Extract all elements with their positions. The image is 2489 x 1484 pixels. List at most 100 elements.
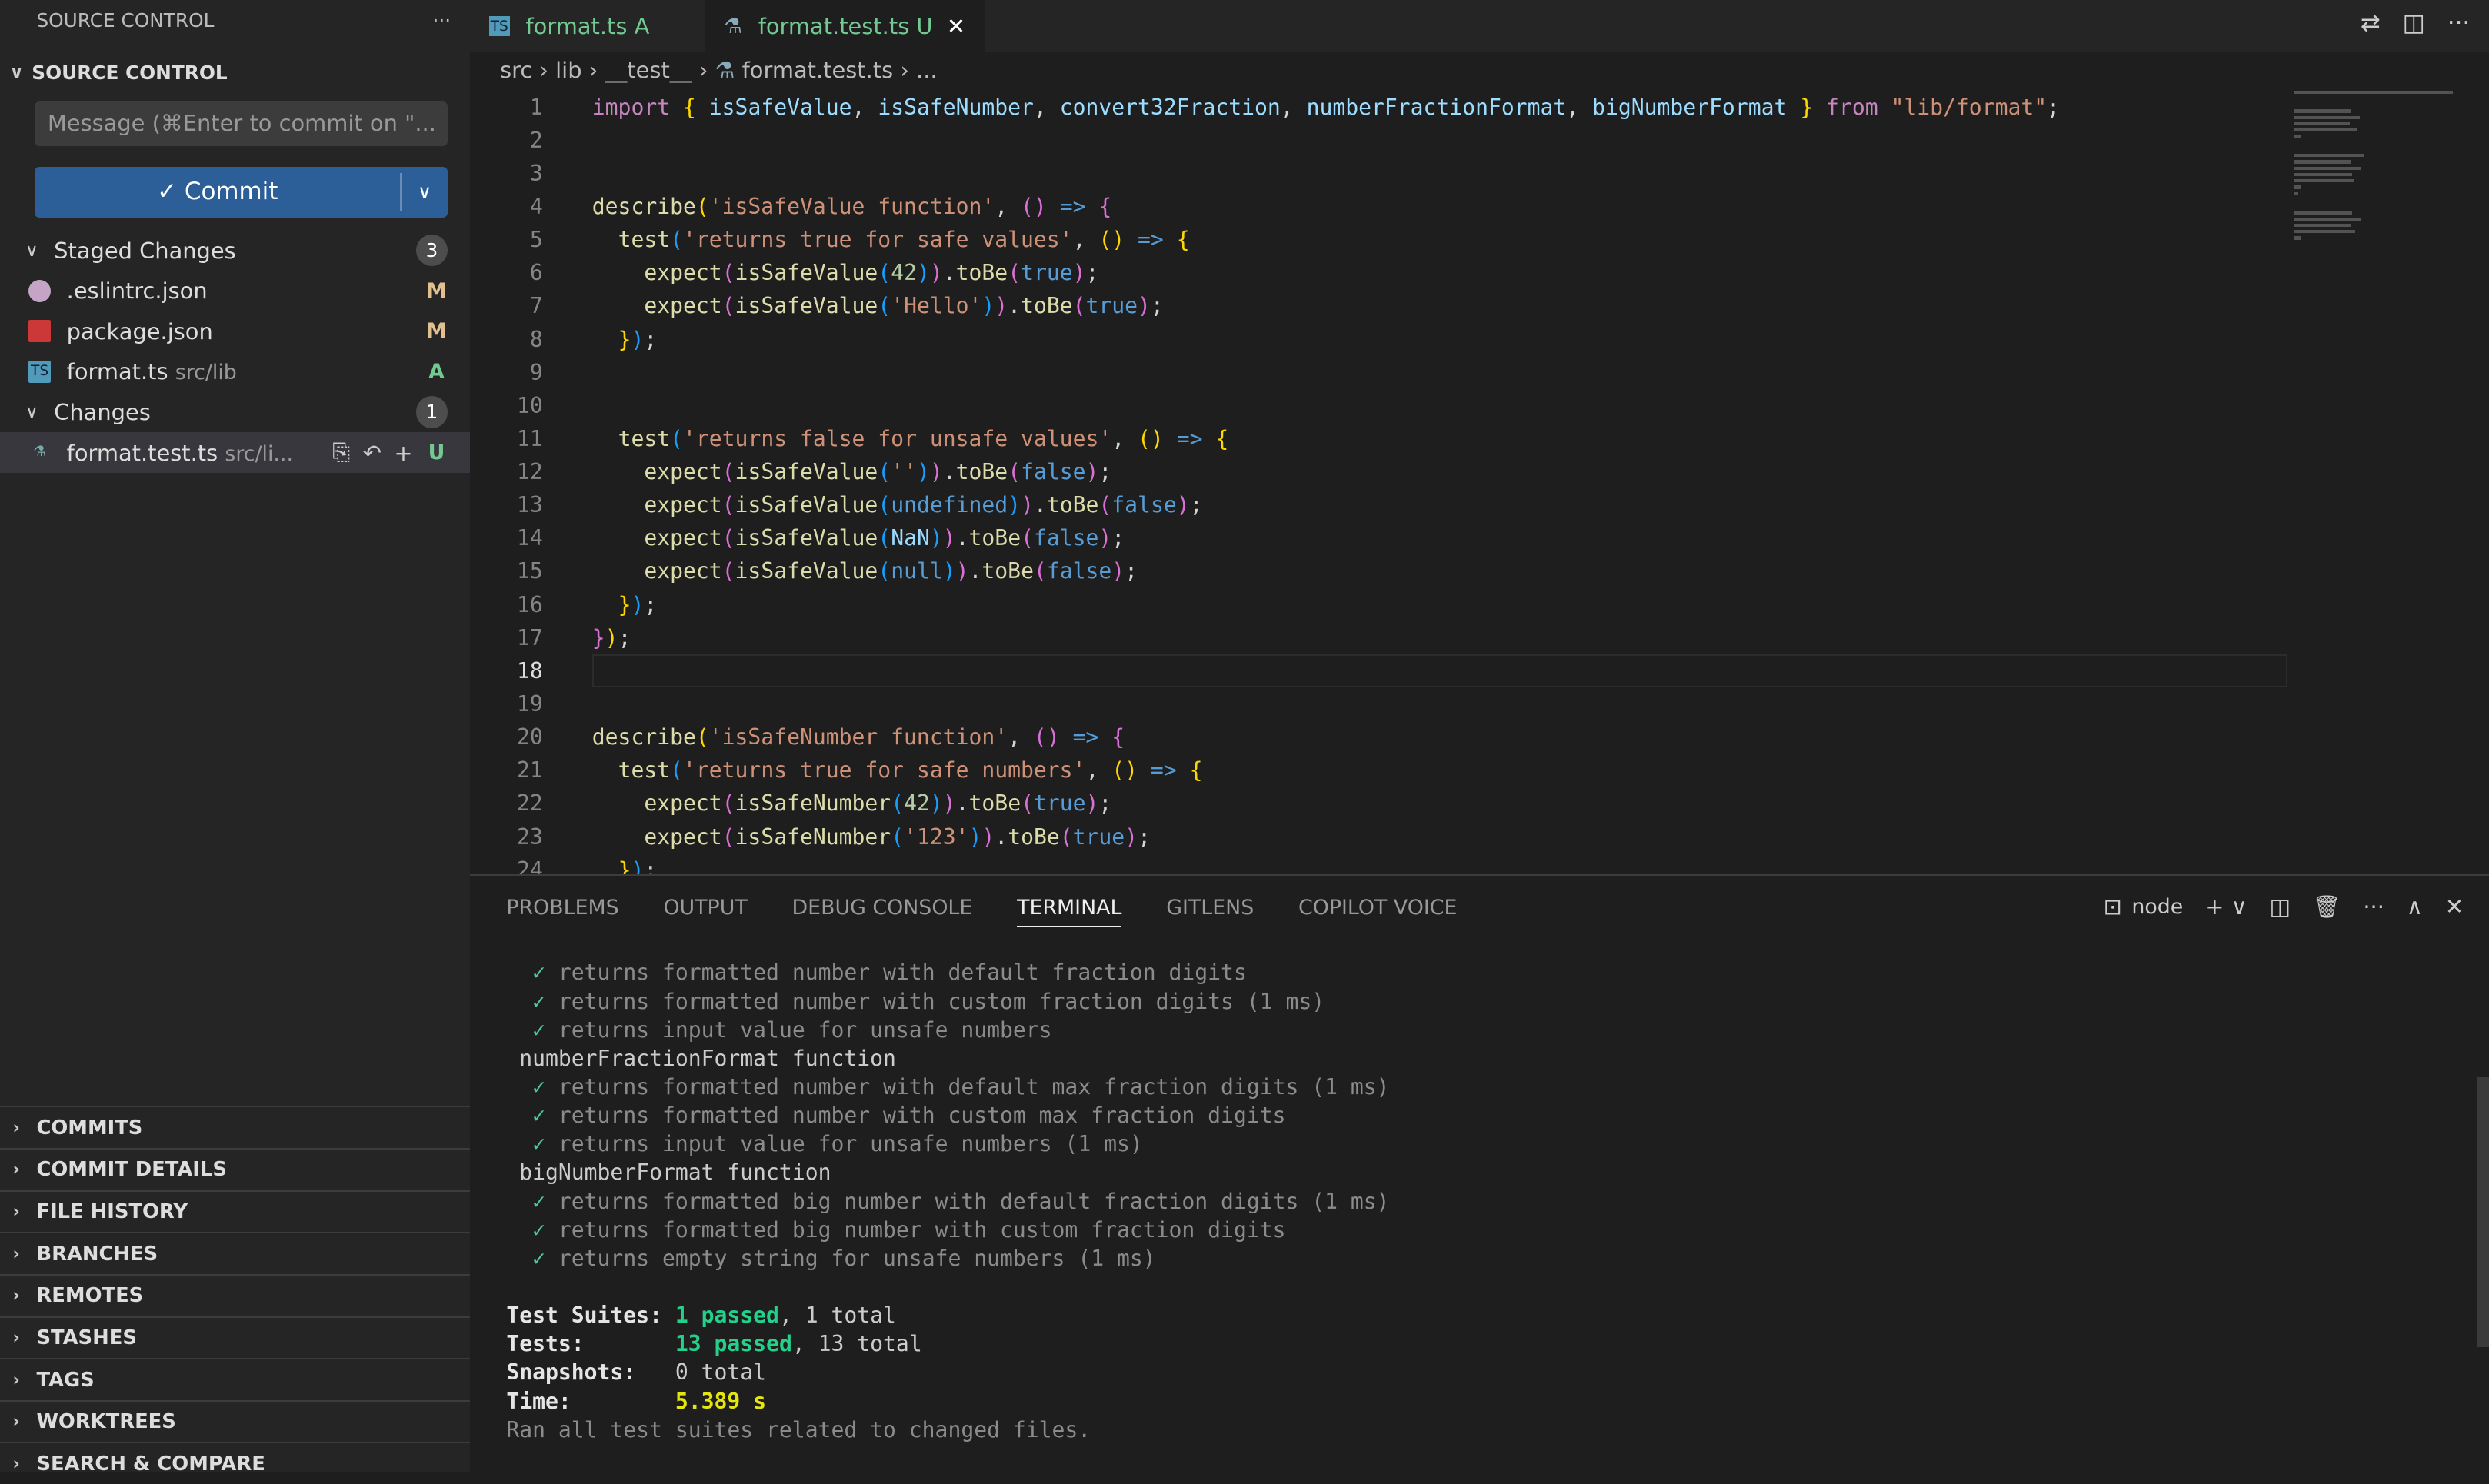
section-worktrees[interactable]: › WORKTREES — [0, 1399, 470, 1442]
section-branches[interactable]: › BRANCHES — [0, 1232, 470, 1274]
check-icon: ✓ — [532, 1131, 558, 1157]
suites-total: , 1 total — [778, 1303, 896, 1329]
file-status: U — [428, 441, 445, 465]
check-icon: ✓ — [532, 1017, 558, 1043]
tab-gitlens[interactable]: GITLENS — [1166, 896, 1254, 920]
section-commit-details[interactable]: › COMMIT DETAILS — [0, 1148, 470, 1190]
maximize-panel-icon[interactable]: ∧ — [2407, 893, 2423, 920]
more-actions-button[interactable]: ··· — [433, 9, 451, 32]
tests-passed: 13 passed — [675, 1331, 792, 1357]
tab-terminal[interactable]: TERMINAL — [1017, 896, 1122, 928]
terminal-output[interactable]: ✓ returns formatted number with default … — [506, 958, 1389, 1443]
chevron-right-icon: › — [12, 1369, 20, 1390]
trash-icon[interactable]: 🗑 — [2313, 893, 2341, 920]
staged-file[interactable]: .eslintrc.json M — [0, 271, 470, 311]
chevron-right-icon: › — [12, 1327, 20, 1348]
time-label: Time: — [506, 1388, 571, 1414]
chevron-right-icon: › — [12, 1453, 20, 1474]
file-status: M — [426, 278, 447, 303]
new-terminal-icon[interactable]: + ∨ — [2205, 893, 2247, 920]
tab-problems[interactable]: PROBLEMS — [506, 896, 618, 920]
breadcrumb-item[interactable]: format.test.ts — [742, 57, 894, 83]
line-number: 5 — [529, 227, 543, 253]
close-panel-icon[interactable]: ✕ — [2445, 893, 2464, 920]
changes-label: Changes — [54, 399, 151, 425]
breadcrumb-item[interactable]: src — [500, 57, 532, 83]
section-stashes[interactable]: › STASHES — [0, 1316, 470, 1359]
code-line: expect(isSafeValue(null)).toBe(false); — [644, 558, 1138, 584]
minimap[interactable] — [2294, 90, 2468, 424]
line-number: 1 — [529, 94, 543, 120]
open-file-icon[interactable]: ⎘ — [332, 439, 350, 466]
summary-line: Ran all test suites related to changed f… — [506, 1416, 1389, 1444]
line-number: 13 — [517, 492, 543, 518]
line-number: 6 — [529, 260, 543, 286]
line-number: 17 — [517, 624, 543, 650]
breadcrumb: src › lib › __test__ › ⚗ format.test.ts … — [500, 57, 938, 83]
summary-line: Snapshots: 0 total — [506, 1358, 1389, 1386]
breadcrumb-item[interactable]: __test__ — [605, 57, 691, 83]
close-icon[interactable]: ✕ — [947, 13, 965, 39]
terminal-line: ✓ returns input value for unsafe numbers — [506, 1016, 1389, 1044]
terminal-scrollbar[interactable] — [2476, 1077, 2489, 1348]
summary-line: Tests: 13 passed, 13 total — [506, 1329, 1389, 1358]
tab-output[interactable]: OUTPUT — [663, 896, 747, 920]
staged-changes-header[interactable]: ∨ Staged Changes 3 — [0, 230, 470, 271]
tab-format-ts[interactable]: TS format.ts A — [470, 0, 705, 52]
minimap-line — [2294, 109, 2351, 113]
changed-file-format-test[interactable]: ⚗ format.test.ts src/li... ⎘ ↶ + U — [0, 432, 470, 473]
section-commits[interactable]: › COMMITS — [0, 1106, 470, 1148]
editor-tabs: TS format.ts A ⚗ format.test.ts U ✕ ⇄ ◫ ··· — [469, 0, 2489, 53]
staged-file[interactable]: TS format.ts src/lib A — [0, 351, 470, 392]
split-terminal-icon[interactable]: ◫ — [2270, 893, 2291, 920]
stage-changes-icon[interactable]: + — [394, 440, 412, 466]
test-result: returns empty string for unsafe numbers … — [558, 1245, 1156, 1271]
source-control-section[interactable]: ∨ SOURCE CONTROL — [0, 54, 470, 92]
split-editor-icon[interactable]: ◫ — [2403, 9, 2425, 37]
file-name: format.ts — [66, 358, 168, 385]
file-label: package.json — [67, 318, 425, 344]
terminal-line: ✓ returns formatted number with custom f… — [506, 987, 1389, 1016]
test-flask-icon: ⚗ — [724, 14, 743, 38]
commit-button[interactable]: ✓ Commit — [35, 172, 402, 211]
line-number: 11 — [517, 425, 543, 451]
section-file-history[interactable]: › FILE HISTORY — [0, 1190, 470, 1233]
typescript-icon: TS — [488, 16, 510, 36]
staged-file[interactable]: package.json M — [0, 311, 470, 351]
changes-header[interactable]: ∨ Changes 1 — [0, 392, 470, 433]
code-line: test('returns true for safe values', () … — [618, 227, 1190, 253]
code-editor[interactable]: 1 import { isSafeValue, isSafeNumber, con… — [470, 91, 2489, 883]
tests-total: , 13 total — [791, 1331, 922, 1357]
terminal-shell-label[interactable]: node — [2131, 895, 2183, 919]
code-line: expect(isSafeNumber('123')).toBe(true); — [644, 824, 1151, 850]
terminal-line: ✓ returns formatted number with default … — [506, 1073, 1389, 1101]
commit-message-input[interactable]: Message (⌘Enter to commit on "... — [35, 101, 448, 146]
chevron-right-icon: › — [12, 1243, 20, 1264]
section-remotes[interactable]: › REMOTES — [0, 1273, 470, 1316]
code-line: expect(isSafeValue('')).toBe(false); — [644, 459, 1112, 485]
minimap-line — [2294, 172, 2353, 176]
line-number: 23 — [517, 824, 543, 850]
discard-changes-icon[interactable]: ↶ — [363, 440, 382, 466]
breadcrumb-item[interactable]: lib — [555, 57, 581, 83]
section-label: WORKTREES — [36, 1410, 176, 1434]
line-number: 22 — [517, 790, 543, 817]
section-search-compare[interactable]: › SEARCH & COMPARE — [0, 1442, 470, 1484]
check-icon: ✓ — [532, 1188, 558, 1214]
tab-copilot-voice[interactable]: COPILOT VOICE — [1298, 896, 1457, 920]
commit-dropdown-button[interactable]: ∨ — [402, 167, 448, 218]
tab-status: A — [634, 13, 650, 40]
terminal-line: ✓ returns formatted number with custom m… — [506, 1101, 1389, 1130]
vscode-window: SOURCE CONTROL ··· ∨ SOURCE CONTROL Messag… — [0, 0, 2489, 1476]
source-control-sidebar: SOURCE CONTROL ··· ∨ SOURCE CONTROL Messag… — [0, 0, 470, 1476]
code-line: expect(isSafeValue(undefined)).toBe(fals… — [644, 492, 1203, 518]
more-actions-icon[interactable]: ··· — [2363, 893, 2384, 920]
more-actions-icon[interactable]: ··· — [2447, 9, 2471, 37]
compare-changes-icon[interactable]: ⇄ — [2361, 9, 2381, 37]
breadcrumb-item[interactable]: ... — [916, 57, 938, 83]
tab-debug-console[interactable]: DEBUG CONSOLE — [792, 896, 973, 920]
line-number: 3 — [529, 160, 543, 186]
tab-format-test-ts[interactable]: ⚗ format.test.ts U ✕ — [705, 0, 985, 53]
section-tags[interactable]: › TAGS — [0, 1358, 470, 1400]
